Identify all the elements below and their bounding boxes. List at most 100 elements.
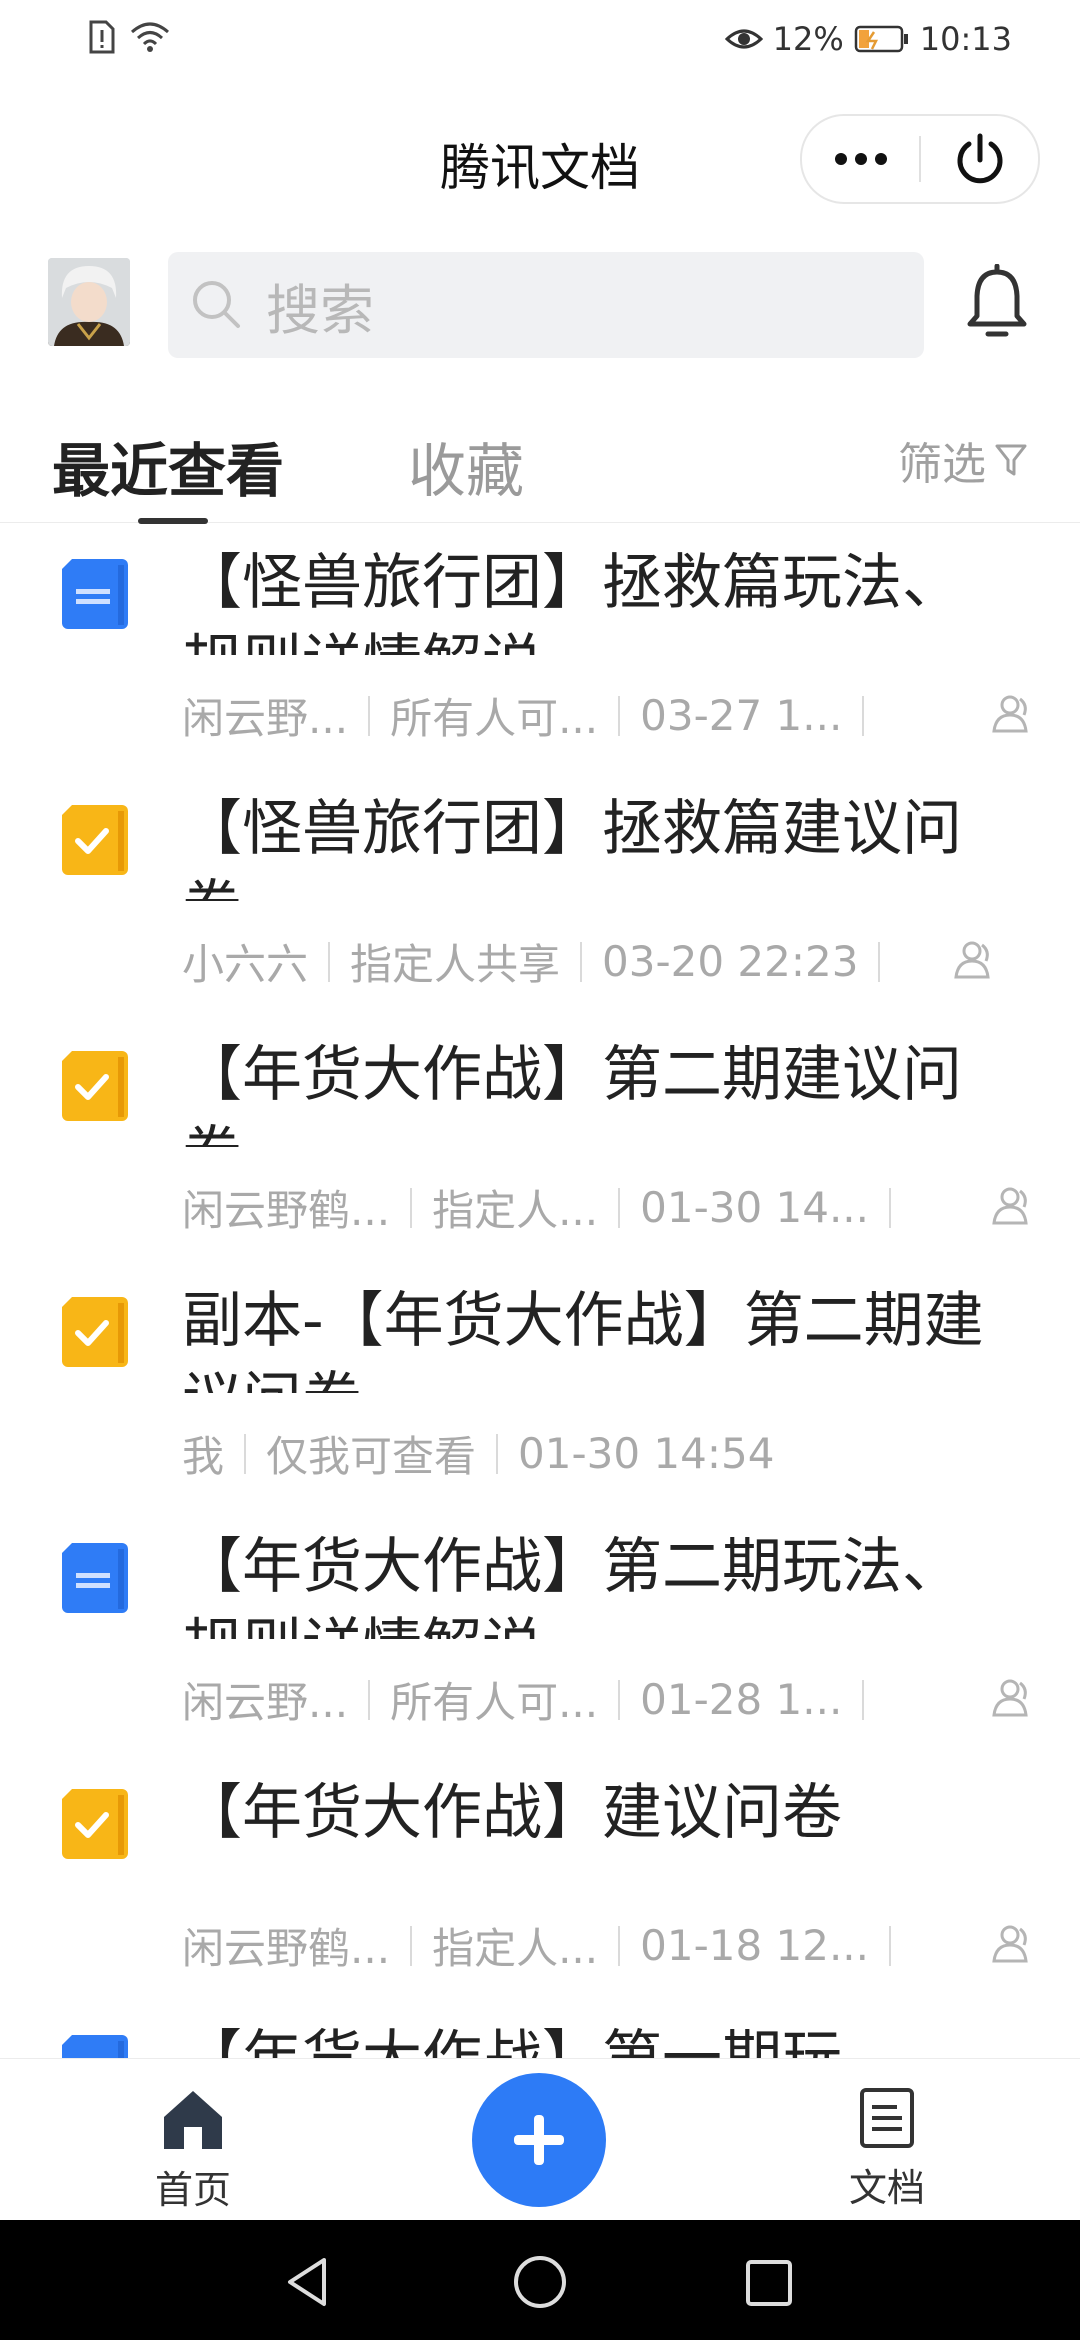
shared-users-icon [988,1677,1032,1717]
list-item[interactable]: 【年货大作战】第二期玩法、规则详情解说闲云野... 所有人可... 01-28 1.… [0,1507,1080,1753]
status-bar: 12% 10:13 [0,0,1080,84]
home-icon [164,2091,222,2149]
meta-divider [862,1679,865,1720]
plus-icon [514,2115,564,2165]
form-file-icon [62,1051,128,1121]
recents-icon[interactable] [744,2258,794,2308]
doc-file-icon [62,2035,128,2058]
document-time: 01-28 1... [640,1675,843,1724]
bell-icon[interactable] [964,264,1030,344]
meta-divider [410,1925,413,1966]
eye-comfort-icon [724,29,763,49]
tab-recent[interactable]: 最近查看 [52,424,284,508]
document-time: 03-27 1... [640,691,843,740]
document-time: 01-30 14... [640,1183,870,1232]
avatar-image [48,258,130,346]
search-input[interactable]: 搜索 [168,252,924,358]
document-permission: 指定人共享 [350,940,561,989]
meta-divider [580,941,583,982]
form-file-icon [62,1297,128,1367]
title-bar: 腾讯文档 [0,110,1080,210]
doc-file-icon [62,559,128,629]
document-title: 【年货大作战】第二期玩法、规则详情解说 [182,1532,962,1639]
document-owner: 闲云野鹤... [182,1186,391,1235]
meta-divider [244,1433,247,1474]
list-item[interactable]: 【年货大作战】建议问卷闲云野鹤... 指定人... 01-18 12... [0,1753,1080,1999]
document-meta: 小六六 指定人共享 03-20 22:23 [182,931,900,992]
meta-divider [618,1925,621,1966]
list-item[interactable]: 【年货大作战】第二期建议问卷闲云野鹤... 指定人... 01-30 14... [0,1015,1080,1261]
search-placeholder: 搜索 [266,278,374,342]
document-permission: 所有人可... [390,694,599,743]
document-owner: 闲云野... [182,694,349,743]
wifi-icon [131,22,169,52]
meta-divider [878,941,881,982]
tab-favorites[interactable]: 收藏 [408,424,524,508]
list-item[interactable]: 【年货大作战】第一期玩 [0,1999,1080,2058]
home-circle-icon[interactable] [512,2254,568,2310]
doc-file-icon [62,1543,128,1613]
meta-divider [618,695,621,736]
meta-divider [889,1187,892,1228]
more-button[interactable] [802,116,919,202]
battery-icon [854,25,908,53]
document-owner: 闲云野鹤... [182,1924,391,1973]
document-meta: 闲云野鹤... 指定人... 01-30 14... [182,1177,911,1238]
document-meta: 闲云野鹤... 指定人... 01-18 12... [182,1915,911,1976]
back-icon[interactable] [284,2256,332,2308]
list-item[interactable]: 【怪兽旅行团】拯救篇玩法、规则详情解说闲云野... 所有人可... 03-27 1.… [0,523,1080,769]
document-title: 【怪兽旅行团】拯救篇建议问卷 [182,794,962,901]
system-nav-bar [0,2220,1080,2340]
meta-divider [618,1187,621,1228]
sim-alert-icon [89,20,115,54]
document-icon [860,2088,914,2148]
meta-divider [889,1925,892,1966]
meta-divider [496,1433,499,1474]
document-permission: 指定人... [432,1924,599,1973]
document-title: 【年货大作战】建议问卷 [182,1778,842,1848]
shared-users-icon [988,693,1032,733]
meta-divider [410,1187,413,1228]
form-file-icon [62,1789,128,1859]
filter-icon [995,444,1027,476]
document-time: 01-18 12... [640,1921,870,1970]
document-time: 01-30 14:54 [518,1429,775,1478]
list-item[interactable]: 【怪兽旅行团】拯救篇建议问卷小六六指定人共享 03-20 22:23 [0,769,1080,1015]
nav-docs[interactable]: 文档 [842,2087,932,2212]
meta-divider [368,695,371,736]
document-title: 【年货大作战】第一期玩 [182,2019,1002,2058]
meta-divider [328,941,331,982]
document-title: 【怪兽旅行团】拯救篇玩法、规则详情解说 [182,548,962,655]
tab-bar: 最近查看 收藏 筛选 [0,410,1080,524]
meta-divider [862,695,865,736]
clock: 10:13 [919,20,1012,58]
bottom-nav: 首页 文档 [0,2058,1080,2221]
document-owner: 小六六 [182,940,309,989]
document-list: 【怪兽旅行团】拯救篇玩法、规则详情解说闲云野... 所有人可... 03-27 1.… [0,523,1080,2058]
power-icon [957,133,1002,184]
document-permission: 仅我可查看 [266,1432,477,1481]
shared-users-icon [988,1185,1032,1225]
document-permission: 所有人可... [390,1678,599,1727]
document-owner: 闲云野... [182,1678,349,1727]
nav-home[interactable]: 首页 [148,2087,238,2214]
document-title: 【年货大作战】第二期建议问卷 [182,1040,962,1147]
filter-button[interactable]: 筛选 [898,428,1028,492]
nav-docs-label: 文档 [848,2166,925,2210]
document-meta: 闲云野... 所有人可... 03-27 1... [182,685,884,746]
document-permission: 指定人... [432,1186,599,1235]
shared-users-icon [950,939,994,979]
meta-divider [368,1679,371,1720]
battery-percent: 12% [772,20,844,58]
close-button[interactable] [921,116,1038,202]
shared-users-icon [988,1923,1032,1963]
add-button[interactable] [472,2073,606,2207]
search-icon [193,281,240,328]
document-owner: 我 [182,1432,225,1481]
form-file-icon [62,805,128,875]
nav-home-label: 首页 [154,2168,231,2212]
list-item[interactable]: 副本-【年货大作战】第二期建议问卷我仅我可查看 01-30 14:54 [0,1261,1080,1507]
avatar[interactable] [48,258,130,346]
document-meta: 闲云野... 所有人可... 01-28 1... [182,1669,884,1730]
document-title: 副本-【年货大作战】第二期建议问卷 [182,1286,984,1393]
